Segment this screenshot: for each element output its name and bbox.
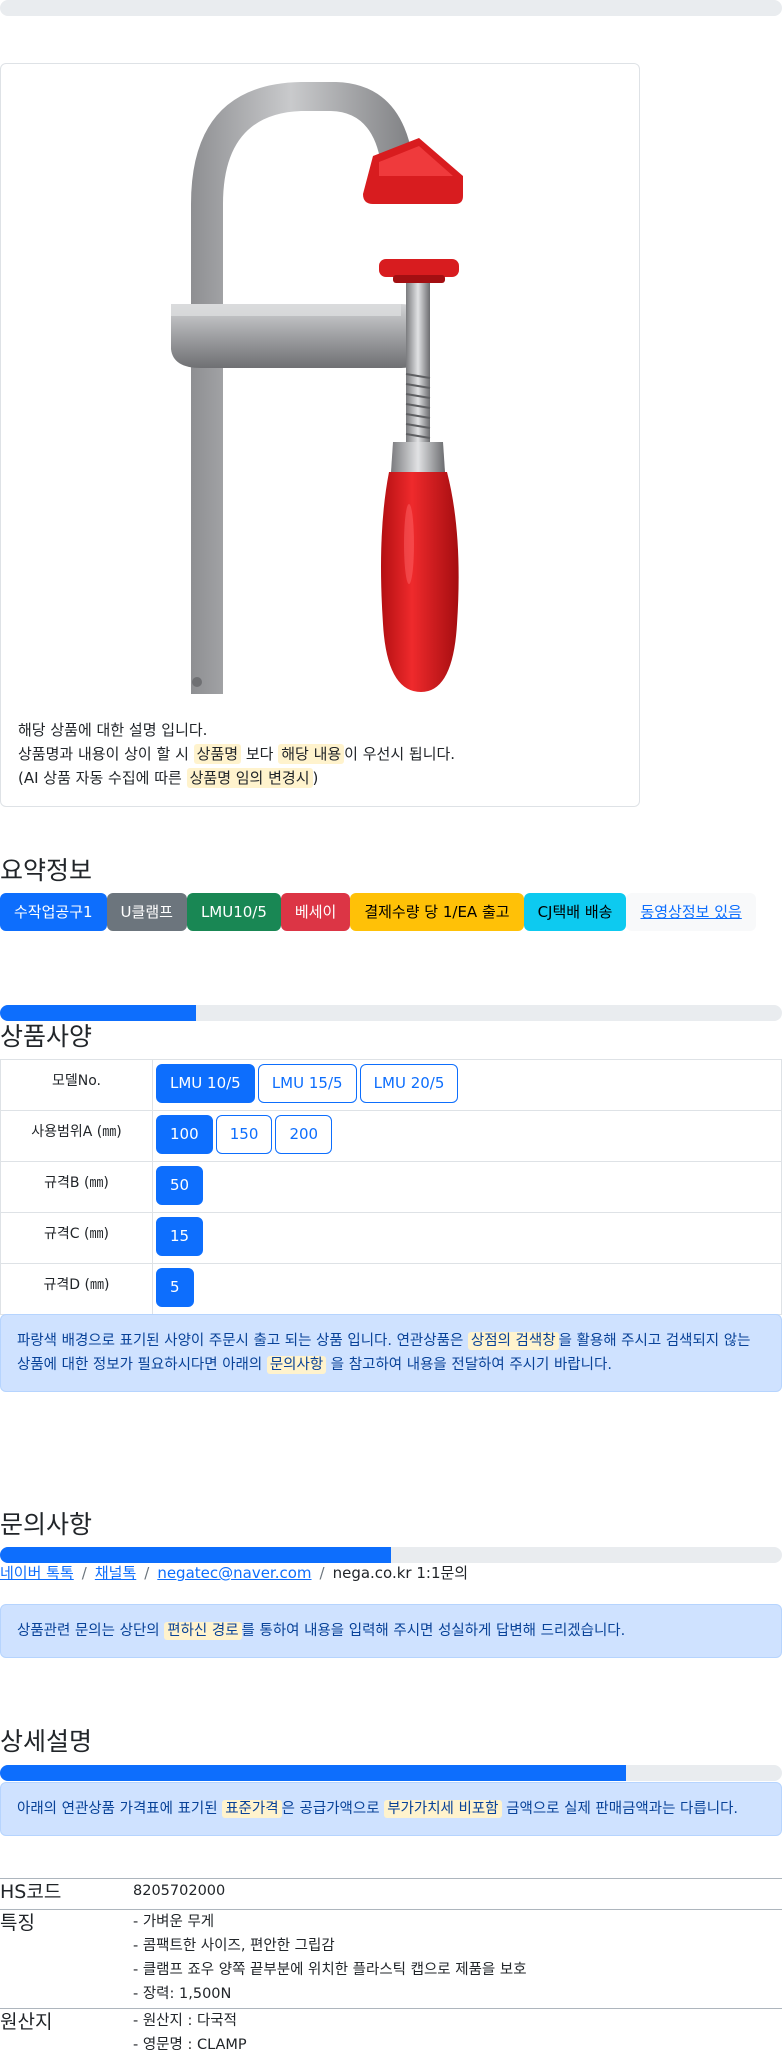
detail-row-features: 특징 - 가벼운 무게 - 콤팩트한 사이즈, 편안한 그립감 - 클램프 죠우… [0,1909,782,2008]
spec-label: 규격D (㎜) [0,1263,153,1315]
naver-talk-link[interactable]: 네이버 톡톡 [0,1564,74,1582]
detail-line: - 클램프 죠우 양쪽 끝부분에 위치한 플라스틱 캡으로 제품을 보호 [133,1962,527,1978]
detail-table: HS코드 8205702000 특징 - 가벼운 무게 - 콤팩트한 사이즈, … [0,1878,782,2058]
spec-label: 규격C (㎜) [0,1212,153,1264]
spec-notice: 파랑색 배경으로 표기된 사양이 주문시 출고 되는 상품 입니다. 연관상품은… [0,1314,782,1392]
detail-row-origin: 원산지 - 원산지 : 다국적 - 영문명 : CLAMP [0,2008,782,2058]
detail-progress-fill [0,1765,626,1781]
detail-line: - 장력: 1,500N [133,1986,232,2002]
product-notice: 해당 상품에 대한 설명 입니다. 상품명과 내용이 상이 할 시 상품명 보다… [18,718,455,790]
badge-brand: 베세이 [280,893,351,931]
detail-value: - 원산지 : 다국적 - 영문명 : CLAMP [133,2009,247,2058]
detail-line: - 콤팩트한 사이즈, 편안한 그립감 [133,1938,335,1954]
spec-label: 규격B (㎜) [0,1161,153,1213]
separator: / [144,1564,150,1582]
badge-shipping: CJ택배 배송 [523,893,627,931]
inquiry-progress-fill [0,1547,391,1563]
highlight-name-change: 상품명 임의 변경시 [186,768,313,788]
badge-model: LMU10/5 [186,893,281,931]
spec-values: 50 [152,1161,782,1213]
highlight-search: 상점의 검색창 [467,1332,559,1350]
detail-line: 8205702000 [133,1883,226,1899]
detail-row-hscode: HS코드 8205702000 [0,1878,782,1909]
spec-title: 상품사양 [0,1022,93,1051]
option-b-50[interactable]: 50 [156,1166,204,1205]
highlight-vat: 부가가치세 비포함 [384,1800,502,1818]
spec-label: 사용범위A (㎜) [0,1110,153,1162]
option-range-200[interactable]: 200 [275,1115,333,1154]
notice-line-2: 상품명과 내용이 상이 할 시 상품명 보다 해당 내용 이 우선시 됩니다. [18,742,455,766]
spec-row-b: 규격B (㎜) 50 [0,1161,782,1213]
option-c-15[interactable]: 15 [156,1217,204,1256]
spec-progress-bar [0,1005,782,1021]
notice-text: 금액으로 실제 판매금액과는 다릅니다. [501,1801,739,1817]
notice-text: (AI 상품 자동 수집에 따른 [18,769,187,787]
notice-text: 보다 [241,745,279,763]
spec-values: 5 [152,1263,782,1315]
spec-row-model: 모델No. LMU 10/5 LMU 15/5 LMU 20/5 [0,1059,782,1111]
summary-title: 요약정보 [0,856,93,885]
option-range-100[interactable]: 100 [156,1115,213,1154]
f-clamp-image [171,82,463,694]
detail-progress-bar [0,1765,782,1781]
highlight-inquiry: 문의사항 [266,1356,327,1374]
spec-values: 15 [152,1212,782,1264]
option-lmu-10-5[interactable]: LMU 10/5 [156,1064,255,1103]
badge-quantity: 결제수량 당 1/EA 출고 [350,893,524,931]
notice-text: 이 우선시 됩니다. [344,745,456,763]
notice-text: 를 통하여 내용을 입력해 주시면 성실하게 답변해 드리겠습니다. [241,1623,626,1639]
separator: / [81,1564,87,1582]
detail-line: - 영문명 : CLAMP [133,2037,247,2053]
spec-row-c: 규격C (㎜) 15 [0,1212,782,1264]
notice-text: 을 참고하여 내용을 전달하여 주시기 바랍니다. [326,1357,612,1373]
detail-line: - 가벼운 무게 [133,1914,215,1930]
detail-value: 8205702000 [133,1879,225,1909]
channel-talk-link[interactable]: 채널톡 [95,1564,136,1582]
summary-badges: 수작업공구1 U클램프 LMU10/5 베세이 결제수량 당 1/EA 출고 C… [0,893,756,931]
email-link[interactable]: negatec@naver.com [157,1564,311,1582]
detail-key: 특징 [0,1912,35,1934]
notice-text: 아래의 연관상품 가격표에 표기된 [17,1801,223,1817]
product-card: 해당 상품에 대한 설명 입니다. 상품명과 내용이 상이 할 시 상품명 보다… [0,63,640,807]
spec-row-range-a: 사용범위A (㎜) 100 150 200 [0,1110,782,1162]
notice-text: 상품관련 문의는 상단의 [17,1623,165,1639]
badge-category: 수작업공구1 [0,893,107,931]
detail-line: - 원산지 : 다국적 [133,2013,237,2029]
badge-video-link[interactable]: 동영상정보 있음 [626,893,756,931]
highlight-standard-price: 표준가격 [222,1800,282,1818]
notice-line-1: 해당 상품에 대한 설명 입니다. [18,721,208,739]
inquiry-progress-bar [0,1547,782,1563]
detail-value: - 가벼운 무게 - 콤팩트한 사이즈, 편안한 그립감 - 클램프 죠우 양쪽… [133,1910,527,2008]
spec-values: 100 150 200 [152,1110,782,1162]
option-range-150[interactable]: 150 [215,1115,273,1154]
site-inquiry-text: nega.co.kr 1:1문의 [332,1564,469,1582]
detail-key: 원산지 [0,2011,53,2033]
inquiry-title: 문의사항 [0,1510,93,1539]
spec-values: LMU 10/5 LMU 15/5 LMU 20/5 [152,1059,782,1111]
inquiry-breadcrumb: 네이버 톡톡 / 채널톡 / negatec@naver.com / nega.co.kr … [0,1562,468,1583]
badge-type: U클램프 [106,893,187,931]
option-d-5[interactable]: 5 [156,1268,194,1307]
notice-text: 상품명과 내용이 상이 할 시 [18,745,194,763]
inquiry-notice: 상품관련 문의는 상단의 편하신 경로 를 통하여 내용을 입력해 주시면 성실하… [0,1604,782,1658]
notice-text: 파랑색 배경으로 표기된 사양이 주문시 출고 되는 상품 입니다. 연관상품은 [17,1333,468,1349]
notice-line-3: (AI 상품 자동 수집에 따른 상품명 임의 변경시) [18,766,455,790]
notice-text: 은 공급가액으로 [281,1801,385,1817]
top-progress-bar [0,0,782,16]
option-lmu-15-5[interactable]: LMU 15/5 [257,1064,357,1103]
detail-key: HS코드 [0,1881,62,1903]
spec-label: 모델No. [0,1059,153,1111]
highlight-content: 해당 내용 [278,744,345,764]
highlight-product-name: 상품명 [193,744,242,764]
highlight-route: 편하신 경로 [164,1622,242,1640]
option-lmu-20-5[interactable]: LMU 20/5 [359,1064,459,1103]
separator: / [319,1564,325,1582]
notice-text: ) [312,769,319,787]
detail-notice: 아래의 연관상품 가격표에 표기된 표준가격 은 공급가액으로 부가가치세 비포함… [0,1782,782,1836]
spec-row-d: 규격D (㎜) 5 [0,1263,782,1315]
spec-table: 모델No. LMU 10/5 LMU 15/5 LMU 20/5 사용범위A (… [0,1059,782,1315]
detail-title: 상세설명 [0,1727,93,1756]
